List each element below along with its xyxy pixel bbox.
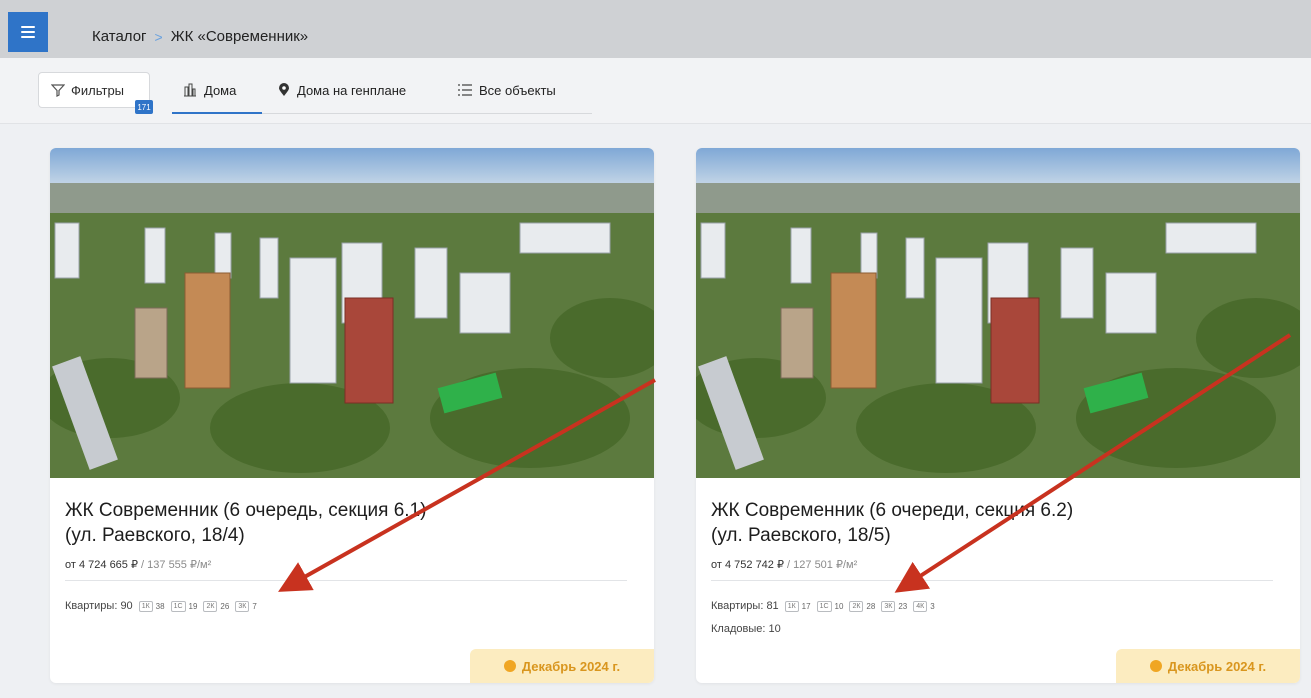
room-count: 38 [155, 601, 165, 611]
room-count: 19 [188, 601, 198, 611]
room-count: 28 [866, 601, 876, 611]
apartments-label: Квартиры: 90 [65, 600, 133, 612]
room-type-2k: 2К 26 [203, 600, 230, 612]
card-divider [711, 580, 1273, 581]
breadcrumb-catalog-link[interactable]: Каталог [92, 28, 147, 45]
tab-divider [262, 113, 592, 114]
building-photo [50, 148, 654, 478]
filters-label: Фильтры [71, 82, 125, 98]
card-title-line2: (ул. Раевского, 18/4) [65, 525, 245, 546]
menu-button[interactable] [8, 12, 48, 52]
room-tag: 3К [235, 600, 250, 612]
room-type-1k: 1К 17 [784, 600, 811, 612]
deadline-text: Декабрь 2024 г. [1167, 658, 1267, 674]
room-count: 26 [220, 601, 230, 611]
room-count: 10 [834, 601, 844, 611]
top-bar: Каталог > ЖК «Современник» [0, 0, 1311, 58]
room-tag: 3К [881, 600, 896, 612]
active-tab-indicator [172, 112, 262, 114]
room-count: 23 [898, 601, 908, 611]
tab-houses-label: Дома [204, 82, 237, 98]
room-count: 17 [801, 601, 811, 611]
price-per-m2: / 137 555 ₽/м² [141, 559, 212, 571]
building-icon [184, 83, 196, 97]
apartments-row: Квартиры: 81 1К 17 1С 10 2К 28 3К 23 4К 3 [711, 600, 935, 612]
room-type-1s: 1С 10 [816, 600, 844, 612]
hamburger-icon [21, 26, 35, 38]
tab-genplan-label: Дома на генплане [297, 82, 407, 98]
apartments-label: Квартиры: 81 [711, 600, 779, 612]
room-tag: 1С [170, 600, 186, 612]
filter-icon [51, 84, 65, 97]
breadcrumb: Каталог > ЖК «Современник» [92, 28, 308, 45]
filters-count-badge: 171 [135, 100, 153, 114]
clock-icon [1149, 660, 1162, 672]
room-tag: 1С [816, 600, 832, 612]
room-type-4k: 4К 3 [913, 600, 935, 612]
card-title-line1: ЖК Современник (6 очередь, секция 6.1) [65, 500, 427, 521]
price-value: 4 724 665 ₽ [78, 559, 138, 571]
card-title-line1: ЖК Современник (6 очереди, секция 6.2) [711, 500, 1074, 521]
room-tag: 1К [138, 600, 153, 612]
room-count: 7 [252, 601, 257, 611]
map-pin-icon [279, 83, 289, 96]
room-tag: 1К [784, 600, 799, 612]
building-card[interactable]: ЖК Современник (6 очередь, секция 6.1) (… [50, 148, 654, 683]
clock-icon [503, 660, 516, 672]
price-prefix: от [65, 559, 76, 571]
tab-houses[interactable]: Дома [183, 80, 236, 100]
deadline-badge: Декабрь 2024 г. [1116, 649, 1300, 683]
price: от 4 752 742 ₽ / 127 501 ₽/м² [711, 558, 857, 571]
price-per-m2: / 127 501 ₽/м² [787, 559, 858, 571]
card-title[interactable]: ЖК Современник (6 очереди, секция 6.2) (… [711, 498, 1281, 548]
price-value: 4 752 742 ₽ [724, 559, 784, 571]
room-type-3k: 3К 7 [235, 600, 257, 612]
room-type-1k: 1К 38 [138, 600, 165, 612]
room-type-3k: 3К 23 [881, 600, 908, 612]
price: от 4 724 665 ₽ / 137 555 ₽/м² [65, 558, 211, 571]
deadline-text: Декабрь 2024 г. [521, 658, 621, 674]
breadcrumb-separator: > [154, 28, 163, 45]
room-count: 3 [930, 601, 935, 611]
tab-all-objects[interactable]: Все объекты [458, 80, 556, 100]
card-divider [65, 580, 627, 581]
storage-label: Кладовые: 10 [711, 623, 781, 635]
deadline-badge: Декабрь 2024 г. [470, 649, 654, 683]
room-tag: 4К [913, 600, 928, 612]
room-tag: 2К [849, 600, 864, 612]
list-icon [458, 84, 472, 96]
room-type-1s: 1С 19 [170, 600, 198, 612]
room-type-2k: 2К 28 [849, 600, 876, 612]
tab-all-label: Все объекты [479, 82, 556, 98]
card-title[interactable]: ЖК Современник (6 очередь, секция 6.1) (… [65, 498, 635, 548]
filters-button[interactable]: Фильтры [38, 72, 150, 108]
building-card[interactable]: ЖК Современник (6 очереди, секция 6.2) (… [696, 148, 1300, 683]
card-title-line2: (ул. Раевского, 18/5) [711, 525, 891, 546]
room-tag: 2К [203, 600, 218, 612]
building-photo [696, 148, 1300, 478]
breadcrumb-current: ЖК «Современник» [170, 28, 309, 45]
apartments-row: Квартиры: 90 1К 38 1С 19 2К 26 3К 7 [65, 600, 257, 612]
price-prefix: от [711, 559, 722, 571]
tab-genplan[interactable]: Дома на генплане [278, 80, 406, 100]
